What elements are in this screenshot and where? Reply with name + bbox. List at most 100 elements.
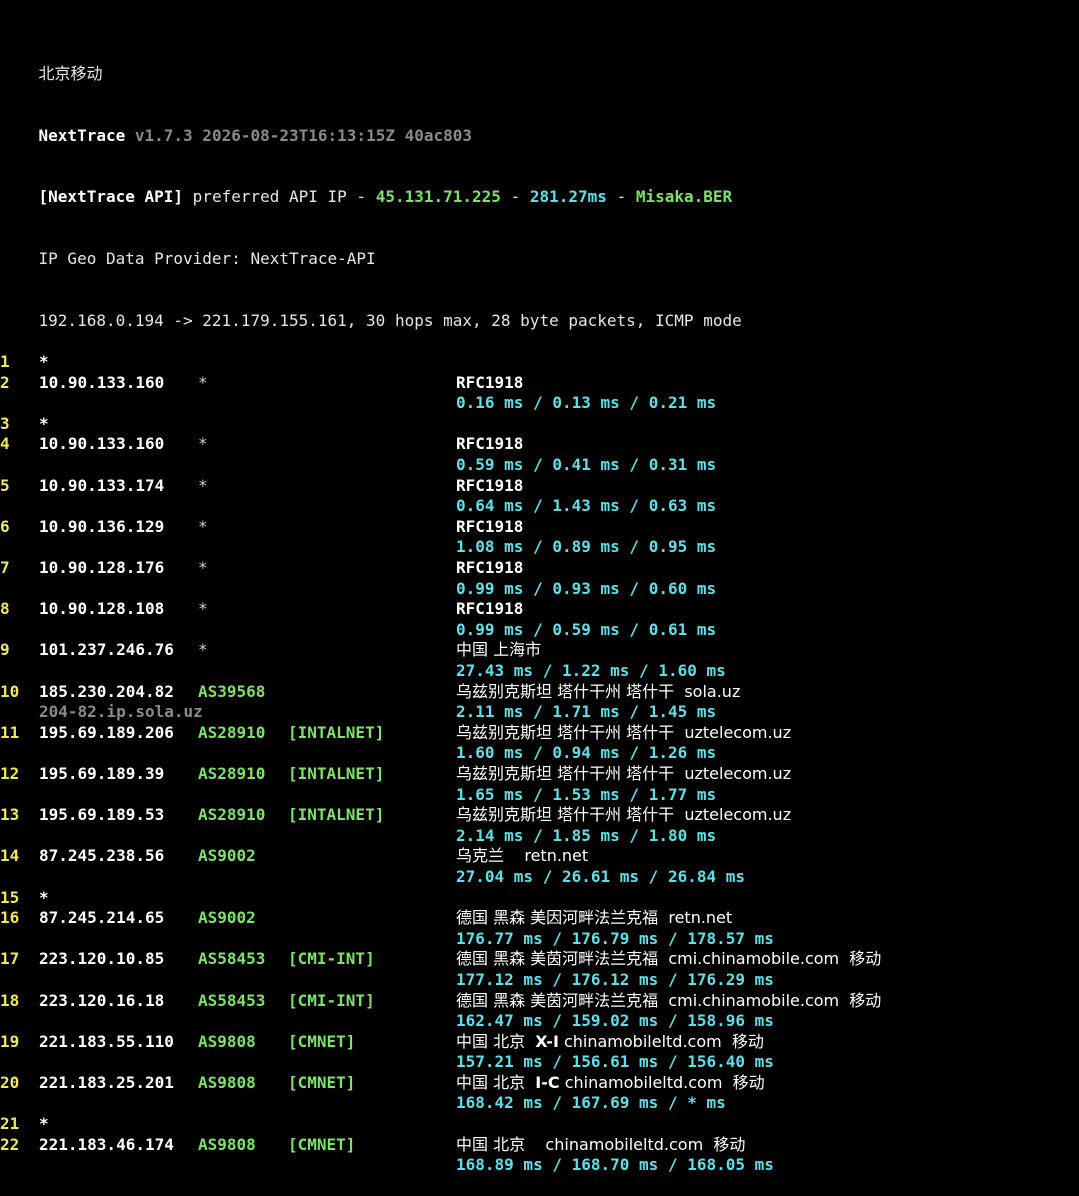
hop-rtt-value: 1.71 ms — [552, 702, 620, 722]
hop-ip: 101.237.246.76 — [39, 640, 174, 660]
hop-row: 4 10.90.133.160 * RFC1918 — [0, 434, 1079, 455]
hop-rtt: 1.65 ms / 1.53 ms / 1.77 ms — [456, 784, 717, 804]
hop-row: 12 195.69.189.39 AS28910 [INTALNET] 乌兹别克斯坦 塔… — [0, 764, 1079, 785]
hop-number: 7 — [0, 558, 10, 578]
hop-row: 18 223.120.16.18 AS58453 [CMI-INT] 德国 黑森 美茵河… — [0, 991, 1079, 1012]
hop-rtt: 177.12 ms / 176.12 ms / 176.29 ms — [456, 969, 774, 989]
geo-provider: IP Geo Data Provider: NextTrace-API — [38, 249, 376, 269]
hop-rtt-value: 27.43 ms — [456, 661, 534, 680]
hop-row: 5 10.90.133.174 * RFC1918 — [0, 476, 1079, 497]
hop-detail-row: 162.47 ms / 159.02 ms / 158.96 ms — [0, 1011, 1079, 1032]
hop-asn: AS9808 — [198, 1031, 256, 1051]
hop-geo: RFC1918 — [456, 516, 524, 536]
hop-asn: * — [198, 475, 208, 495]
hop-row: 21 * — [0, 1114, 1079, 1135]
hop-rtt-value: 0.64 ms — [456, 496, 524, 516]
hop-network-tag: [CMI-INT] — [288, 990, 375, 1010]
hop-detail-row: 27.43 ms / 1.22 ms / 1.60 ms — [0, 661, 1079, 682]
hop-number: 12 — [0, 763, 20, 783]
hop-number: 18 — [0, 990, 20, 1010]
hop-timeout: * — [39, 352, 49, 372]
hop-rtt: 176.77 ms / 176.79 ms / 178.57 ms — [456, 928, 774, 948]
hop-ip: 223.120.16.18 — [39, 990, 165, 1010]
version-line: NextTrace v1.7.3 2026-08-23T16:13:15Z 40… — [0, 105, 1079, 145]
hop-number: 5 — [0, 475, 10, 495]
hop-rtt-value: 0.41 ms — [552, 455, 620, 475]
hop-rtt-value: 27.04 ms — [456, 866, 534, 886]
hop-rtt-value: 0.93 ms — [552, 578, 620, 598]
hop-geo: 中国 北京 chinamobileltd.com 移动 — [456, 1134, 746, 1154]
hop-asn: * — [198, 372, 208, 392]
hop-asn: * — [198, 516, 208, 536]
hop-row: 1 * — [0, 352, 1079, 373]
hop-geo-router-tag: X-I — [535, 1031, 559, 1051]
terminal-window[interactable]: 北京移动 NextTrace v1.7.3 2026-08-23T16:13:1… — [0, 0, 1079, 1174]
hop-geo-location: 中国 北京 — [456, 1072, 536, 1092]
hop-rtt-value: 1.77 ms — [648, 784, 717, 804]
hop-rtt-value: 0.99 ms — [456, 619, 524, 639]
hop-rtt-value: 26.84 ms — [667, 866, 745, 886]
hop-rtt-value: 156.61 ms — [571, 1052, 659, 1072]
hop-rtt: 0.99 ms / 0.93 ms / 0.60 ms — [456, 578, 717, 598]
hop-row: 8 10.90.128.108 * RFC1918 — [0, 599, 1079, 620]
hop-rtt-value: 2.14 ms — [456, 825, 524, 845]
hop-network-tag: [INTALNET] — [288, 722, 385, 742]
hop-rtt-value: 0.60 ms — [648, 578, 717, 598]
hop-detail-row: 1.65 ms / 1.53 ms / 1.77 ms — [0, 785, 1079, 806]
hop-row: 10 185.230.204.82 AS39568 乌兹别克斯坦 塔什干州 塔什干 s… — [0, 682, 1079, 703]
hop-row: 2 10.90.133.160 * RFC1918 — [0, 373, 1079, 394]
hop-asn: AS28910 — [198, 763, 266, 783]
hop-rtt-value: 0.21 ms — [648, 393, 717, 413]
hop-timeout: * — [39, 887, 49, 907]
hop-rtt-value: 176.77 ms — [456, 928, 543, 948]
hop-ip: 221.183.55.110 — [39, 1031, 174, 1051]
hop-rtt-value: 0.59 ms — [552, 619, 620, 639]
hop-geo: 德国 黑森 美因河畔法兰克福 retn.net — [456, 908, 733, 928]
hop-asn: AS9002 — [198, 846, 256, 866]
hop-ip: 87.245.238.56 — [39, 846, 165, 866]
hop-number: 11 — [0, 722, 20, 742]
hop-timeout: * — [39, 1114, 49, 1134]
hop-ip: 195.69.189.206 — [39, 722, 174, 742]
hop-rtt: 162.47 ms / 159.02 ms / 158.96 ms — [456, 1011, 774, 1031]
hop-number: 10 — [0, 681, 20, 701]
hop-row: 3 * — [0, 414, 1079, 435]
hop-asn: AS58453 — [198, 949, 266, 969]
hop-rtt: 27.43 ms / 1.22 ms / 1.60 ms — [456, 661, 726, 680]
hop-row: 16 87.245.214.65 AS9002 德国 黑森 美因河畔法兰克福 retn… — [0, 908, 1079, 929]
hop-geo-location: 中国 北京 — [456, 1031, 536, 1051]
hop-row: 11 195.69.189.206 AS28910 [INTALNET] 乌兹别克斯坦 … — [0, 723, 1079, 744]
hop-rtt-value: 1.53 ms — [552, 784, 620, 804]
hop-rtt-value: 0.94 ms — [552, 743, 620, 763]
hop-rtt: 0.64 ms / 1.43 ms / 0.63 ms — [456, 496, 717, 516]
trace-info-line: 192.168.0.194 -> 221.179.155.161, 30 hop… — [0, 290, 1079, 330]
hop-ip: 195.69.189.39 — [39, 763, 165, 783]
hop-rtt-value: 0.89 ms — [552, 537, 620, 557]
hop-number: 13 — [0, 805, 20, 825]
hop-row: 6 10.90.136.129 * RFC1918 — [0, 517, 1079, 538]
hop-asn: AS28910 — [198, 722, 266, 742]
hop-rtt-value: 1.60 ms — [658, 661, 726, 680]
hop-geo: RFC1918 — [456, 475, 524, 495]
hop-number: 21 — [0, 1114, 20, 1134]
hop-asn: * — [198, 599, 208, 619]
hop-rtt-value: 178.57 ms — [687, 928, 774, 948]
hop-row: 9 101.237.246.76 * 中国 上海市 — [0, 640, 1079, 661]
hop-detail-row: 177.12 ms / 176.12 ms / 176.29 ms — [0, 970, 1079, 991]
hop-rtt: 1.60 ms / 0.94 ms / 1.26 ms — [456, 743, 717, 763]
hop-rtt-value: 156.40 ms — [687, 1052, 774, 1072]
hop-rtt-value: 0.95 ms — [648, 537, 717, 557]
hop-rtt-value: 176.29 ms — [687, 969, 774, 989]
hop-ip: 10.90.136.129 — [39, 516, 165, 536]
hop-network-tag: [INTALNET] — [288, 763, 385, 783]
hop-detail-row: 168.42 ms / 167.69 ms / * ms — [0, 1093, 1079, 1114]
hop-rtt: 157.21 ms / 156.61 ms / 156.40 ms — [456, 1052, 774, 1072]
hop-rtt-value: 159.02 ms — [571, 1011, 659, 1031]
api-line: [NextTrace API] preferred API IP - 45.13… — [0, 167, 1079, 206]
window-title: 北京移动 — [38, 63, 103, 83]
hop-rtt-value: 0.31 ms — [648, 455, 717, 475]
hop-number: 16 — [0, 908, 20, 928]
hop-detail-row: 168.89 ms / 168.70 ms / 168.05 ms — [0, 1155, 1079, 1176]
hop-rtt: 0.59 ms / 0.41 ms / 0.31 ms — [456, 455, 717, 475]
hop-number: 4 — [0, 434, 10, 454]
